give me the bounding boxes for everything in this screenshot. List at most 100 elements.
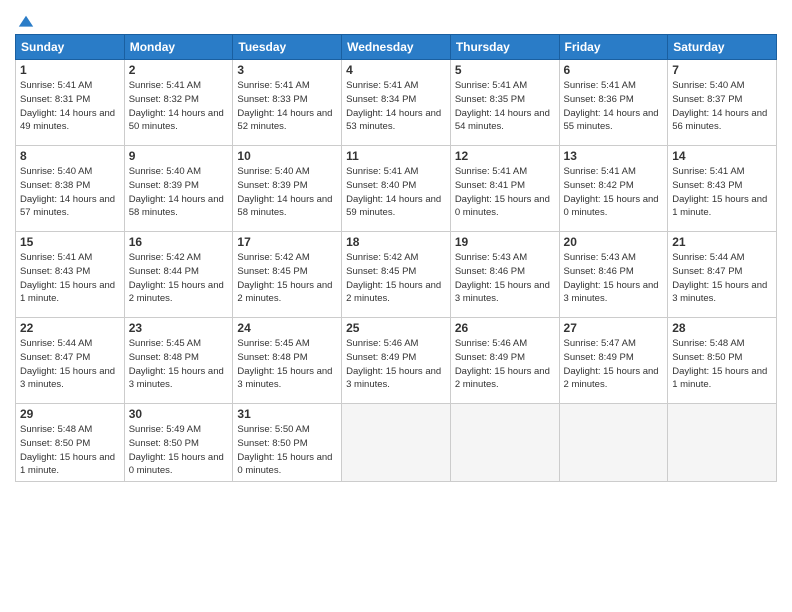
day-info: Sunrise: 5:43 AMSunset: 8:46 PMDaylight:… xyxy=(564,252,659,304)
calendar-cell: 13 Sunrise: 5:41 AMSunset: 8:42 PMDaylig… xyxy=(559,146,668,232)
day-info: Sunrise: 5:48 AMSunset: 8:50 PMDaylight:… xyxy=(672,338,767,390)
day-info: Sunrise: 5:42 AMSunset: 8:45 PMDaylight:… xyxy=(346,252,441,304)
calendar-week-2: 8 Sunrise: 5:40 AMSunset: 8:38 PMDayligh… xyxy=(16,146,777,232)
calendar-cell: 10 Sunrise: 5:40 AMSunset: 8:39 PMDaylig… xyxy=(233,146,342,232)
weekday-thursday: Thursday xyxy=(450,35,559,60)
calendar-cell: 14 Sunrise: 5:41 AMSunset: 8:43 PMDaylig… xyxy=(668,146,777,232)
logo xyxy=(15,10,35,28)
day-info: Sunrise: 5:44 AMSunset: 8:47 PMDaylight:… xyxy=(672,252,767,304)
calendar-cell: 18 Sunrise: 5:42 AMSunset: 8:45 PMDaylig… xyxy=(342,232,451,318)
calendar-cell: 25 Sunrise: 5:46 AMSunset: 8:49 PMDaylig… xyxy=(342,318,451,404)
day-info: Sunrise: 5:40 AMSunset: 8:38 PMDaylight:… xyxy=(20,166,115,218)
calendar-cell: 15 Sunrise: 5:41 AMSunset: 8:43 PMDaylig… xyxy=(16,232,125,318)
day-info: Sunrise: 5:41 AMSunset: 8:31 PMDaylight:… xyxy=(20,80,115,132)
day-info: Sunrise: 5:46 AMSunset: 8:49 PMDaylight:… xyxy=(346,338,441,390)
weekday-monday: Monday xyxy=(124,35,233,60)
day-number: 17 xyxy=(237,235,337,249)
day-number: 6 xyxy=(564,63,664,77)
day-number: 22 xyxy=(20,321,120,335)
day-info: Sunrise: 5:41 AMSunset: 8:42 PMDaylight:… xyxy=(564,166,659,218)
day-number: 30 xyxy=(129,407,229,421)
day-number: 12 xyxy=(455,149,555,163)
day-number: 31 xyxy=(237,407,337,421)
calendar-cell: 23 Sunrise: 5:45 AMSunset: 8:48 PMDaylig… xyxy=(124,318,233,404)
day-info: Sunrise: 5:41 AMSunset: 8:40 PMDaylight:… xyxy=(346,166,441,218)
day-number: 2 xyxy=(129,63,229,77)
weekday-saturday: Saturday xyxy=(668,35,777,60)
page-header xyxy=(15,10,777,28)
day-number: 23 xyxy=(129,321,229,335)
day-info: Sunrise: 5:44 AMSunset: 8:47 PMDaylight:… xyxy=(20,338,115,390)
calendar-week-3: 15 Sunrise: 5:41 AMSunset: 8:43 PMDaylig… xyxy=(16,232,777,318)
logo-icon xyxy=(17,14,35,32)
day-number: 8 xyxy=(20,149,120,163)
day-info: Sunrise: 5:43 AMSunset: 8:46 PMDaylight:… xyxy=(455,252,550,304)
calendar-cell: 5 Sunrise: 5:41 AMSunset: 8:35 PMDayligh… xyxy=(450,60,559,146)
day-info: Sunrise: 5:48 AMSunset: 8:50 PMDaylight:… xyxy=(20,424,115,476)
day-number: 1 xyxy=(20,63,120,77)
day-info: Sunrise: 5:45 AMSunset: 8:48 PMDaylight:… xyxy=(129,338,224,390)
calendar-cell: 29 Sunrise: 5:48 AMSunset: 8:50 PMDaylig… xyxy=(16,404,125,482)
calendar-cell: 22 Sunrise: 5:44 AMSunset: 8:47 PMDaylig… xyxy=(16,318,125,404)
calendar-body: 1 Sunrise: 5:41 AMSunset: 8:31 PMDayligh… xyxy=(16,60,777,482)
day-info: Sunrise: 5:41 AMSunset: 8:41 PMDaylight:… xyxy=(455,166,550,218)
day-number: 10 xyxy=(237,149,337,163)
day-number: 5 xyxy=(455,63,555,77)
day-number: 19 xyxy=(455,235,555,249)
calendar-cell xyxy=(342,404,451,482)
day-info: Sunrise: 5:40 AMSunset: 8:39 PMDaylight:… xyxy=(237,166,332,218)
calendar-cell: 8 Sunrise: 5:40 AMSunset: 8:38 PMDayligh… xyxy=(16,146,125,232)
day-number: 18 xyxy=(346,235,446,249)
day-info: Sunrise: 5:42 AMSunset: 8:45 PMDaylight:… xyxy=(237,252,332,304)
weekday-tuesday: Tuesday xyxy=(233,35,342,60)
calendar-cell: 20 Sunrise: 5:43 AMSunset: 8:46 PMDaylig… xyxy=(559,232,668,318)
day-number: 16 xyxy=(129,235,229,249)
day-number: 25 xyxy=(346,321,446,335)
calendar-cell: 27 Sunrise: 5:47 AMSunset: 8:49 PMDaylig… xyxy=(559,318,668,404)
calendar-cell: 2 Sunrise: 5:41 AMSunset: 8:32 PMDayligh… xyxy=(124,60,233,146)
calendar-cell: 7 Sunrise: 5:40 AMSunset: 8:37 PMDayligh… xyxy=(668,60,777,146)
day-info: Sunrise: 5:40 AMSunset: 8:39 PMDaylight:… xyxy=(129,166,224,218)
day-number: 11 xyxy=(346,149,446,163)
day-info: Sunrise: 5:50 AMSunset: 8:50 PMDaylight:… xyxy=(237,424,332,476)
day-info: Sunrise: 5:45 AMSunset: 8:48 PMDaylight:… xyxy=(237,338,332,390)
day-info: Sunrise: 5:41 AMSunset: 8:32 PMDaylight:… xyxy=(129,80,224,132)
weekday-sunday: Sunday xyxy=(16,35,125,60)
calendar-cell: 6 Sunrise: 5:41 AMSunset: 8:36 PMDayligh… xyxy=(559,60,668,146)
calendar-cell: 30 Sunrise: 5:49 AMSunset: 8:50 PMDaylig… xyxy=(124,404,233,482)
day-info: Sunrise: 5:41 AMSunset: 8:43 PMDaylight:… xyxy=(20,252,115,304)
day-info: Sunrise: 5:47 AMSunset: 8:49 PMDaylight:… xyxy=(564,338,659,390)
day-number: 26 xyxy=(455,321,555,335)
day-number: 20 xyxy=(564,235,664,249)
day-info: Sunrise: 5:41 AMSunset: 8:34 PMDaylight:… xyxy=(346,80,441,132)
calendar-cell: 3 Sunrise: 5:41 AMSunset: 8:33 PMDayligh… xyxy=(233,60,342,146)
day-info: Sunrise: 5:49 AMSunset: 8:50 PMDaylight:… xyxy=(129,424,224,476)
calendar-cell: 4 Sunrise: 5:41 AMSunset: 8:34 PMDayligh… xyxy=(342,60,451,146)
day-number: 13 xyxy=(564,149,664,163)
calendar-cell xyxy=(559,404,668,482)
calendar-week-4: 22 Sunrise: 5:44 AMSunset: 8:47 PMDaylig… xyxy=(16,318,777,404)
day-number: 14 xyxy=(672,149,772,163)
calendar-table: SundayMondayTuesdayWednesdayThursdayFrid… xyxy=(15,34,777,482)
day-info: Sunrise: 5:46 AMSunset: 8:49 PMDaylight:… xyxy=(455,338,550,390)
day-number: 7 xyxy=(672,63,772,77)
day-info: Sunrise: 5:41 AMSunset: 8:36 PMDaylight:… xyxy=(564,80,659,132)
calendar-week-5: 29 Sunrise: 5:48 AMSunset: 8:50 PMDaylig… xyxy=(16,404,777,482)
weekday-friday: Friday xyxy=(559,35,668,60)
calendar-cell: 9 Sunrise: 5:40 AMSunset: 8:39 PMDayligh… xyxy=(124,146,233,232)
calendar-cell: 24 Sunrise: 5:45 AMSunset: 8:48 PMDaylig… xyxy=(233,318,342,404)
day-number: 21 xyxy=(672,235,772,249)
day-number: 4 xyxy=(346,63,446,77)
day-info: Sunrise: 5:40 AMSunset: 8:37 PMDaylight:… xyxy=(672,80,767,132)
calendar-cell: 26 Sunrise: 5:46 AMSunset: 8:49 PMDaylig… xyxy=(450,318,559,404)
day-info: Sunrise: 5:41 AMSunset: 8:35 PMDaylight:… xyxy=(455,80,550,132)
day-number: 27 xyxy=(564,321,664,335)
weekday-wednesday: Wednesday xyxy=(342,35,451,60)
calendar-cell: 11 Sunrise: 5:41 AMSunset: 8:40 PMDaylig… xyxy=(342,146,451,232)
calendar-cell: 31 Sunrise: 5:50 AMSunset: 8:50 PMDaylig… xyxy=(233,404,342,482)
calendar-cell: 1 Sunrise: 5:41 AMSunset: 8:31 PMDayligh… xyxy=(16,60,125,146)
calendar-cell: 28 Sunrise: 5:48 AMSunset: 8:50 PMDaylig… xyxy=(668,318,777,404)
calendar-cell: 12 Sunrise: 5:41 AMSunset: 8:41 PMDaylig… xyxy=(450,146,559,232)
calendar-week-1: 1 Sunrise: 5:41 AMSunset: 8:31 PMDayligh… xyxy=(16,60,777,146)
day-number: 29 xyxy=(20,407,120,421)
